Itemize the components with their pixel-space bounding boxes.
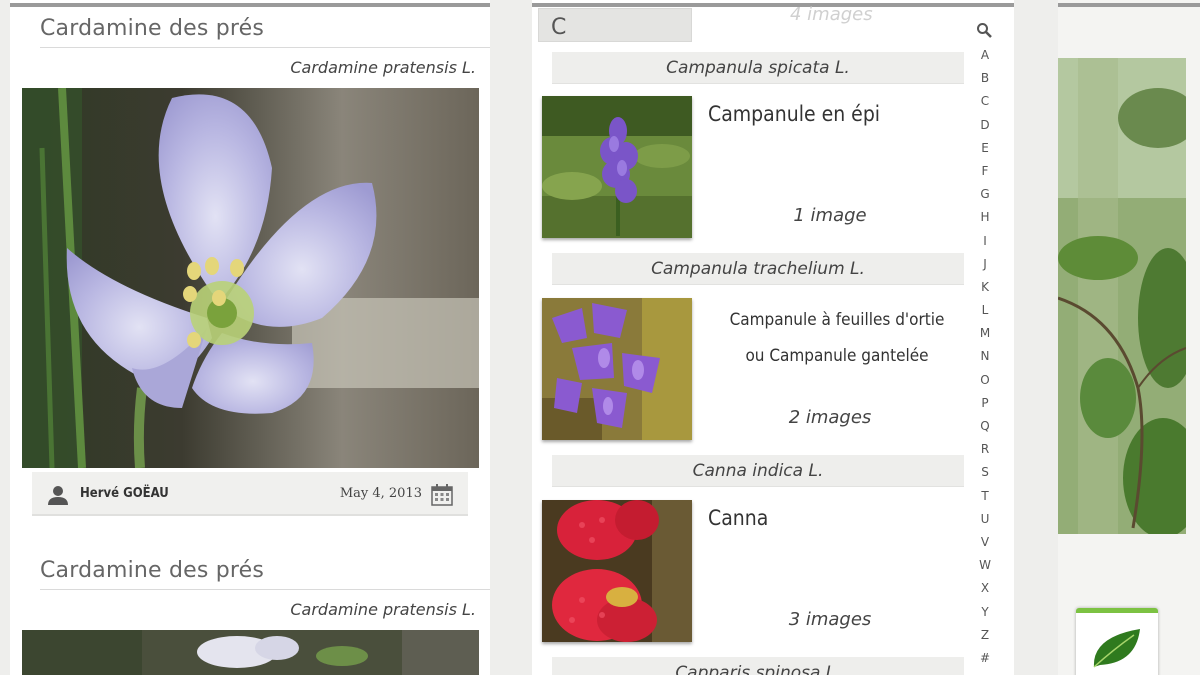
search-input[interactable]: C [538, 8, 692, 42]
species-scientific-header: Campanula spicata L. [552, 52, 964, 84]
alphabet-letter[interactable]: G [972, 183, 998, 206]
alphabet-letter[interactable]: L [972, 299, 998, 322]
species-common-name: Campanule en épi [708, 102, 881, 126]
user-icon [48, 486, 68, 505]
alphabet-letter[interactable]: Q [972, 415, 998, 438]
species-image-count: 2 images [788, 407, 872, 428]
species-scientific-header: Canna indica L. [552, 455, 964, 487]
top-bar [532, 3, 1014, 7]
flower-photo-cardamine-2 [22, 630, 479, 675]
alphabet-letter[interactable]: V [972, 531, 998, 554]
alphabet-letter[interactable]: Y [972, 601, 998, 624]
alphabet-letter[interactable]: Z [972, 624, 998, 647]
calendar-icon[interactable] [430, 483, 454, 507]
search-input-value: C [551, 15, 567, 40]
title-divider [40, 47, 490, 48]
title-divider [40, 589, 490, 590]
alphabet-letter[interactable]: J [972, 253, 998, 276]
observation-scientific-name: Cardamine pratensis L. [290, 58, 476, 77]
campanula-trachelium-photo [542, 298, 692, 440]
top-bar [10, 3, 490, 7]
campanula-spicata-photo [542, 96, 692, 238]
alphabet-letter[interactable]: F [972, 160, 998, 183]
alphabet-letter[interactable]: D [972, 114, 998, 137]
alphabet-letter[interactable]: X [972, 577, 998, 600]
canna-indica-photo [542, 500, 692, 642]
alphabet-letter[interactable]: E [972, 137, 998, 160]
species-common-name: Canna [708, 506, 769, 530]
alphabet-letter[interactable]: O [972, 369, 998, 392]
observation-date: May 4, 2013 [339, 486, 422, 501]
observation-author: Hervé GOËAU [80, 486, 169, 501]
species-common-name-line-2: ou Campanule gantelée [745, 346, 929, 366]
alphabet-letter[interactable]: T [972, 485, 998, 508]
flower-photo-cardamine [22, 88, 479, 468]
species-scientific-header: Capparis spinosa L. [552, 657, 964, 675]
species-thumbnail[interactable] [542, 298, 692, 440]
alphabet-letter[interactable]: H [972, 206, 998, 229]
species-thumbnail[interactable] [542, 96, 692, 238]
observation-feed-panel: Cardamine des prés Cardamine pratensis L… [10, 0, 490, 675]
top-bar [1058, 3, 1200, 7]
species-image-count: 1 image [793, 205, 867, 226]
alphabet-letter[interactable]: U [972, 508, 998, 531]
species-list-panel: C 4 images Campanula spicata L. Campanul… [532, 0, 1014, 675]
observation-photo[interactable] [22, 630, 479, 675]
observation-info-bar: Hervé GOËAU May 4, 2013 [32, 472, 468, 516]
alphabet-letter[interactable]: I [972, 230, 998, 253]
alphabet-letter[interactable]: R [972, 438, 998, 461]
alphabet-letter[interactable]: S [972, 461, 998, 484]
species-image-count: 3 images [788, 609, 872, 630]
plant-photo[interactable] [1058, 58, 1186, 534]
app-launcher-button[interactable] [1076, 608, 1158, 675]
alphabet-index[interactable]: A B C D E F G H I J K L M N O P Q R S T U V W X Y Z # [972, 44, 998, 670]
alphabet-letter[interactable]: M [972, 322, 998, 345]
species-scientific-header: Campanula trachelium L. [552, 253, 964, 285]
alphabet-letter[interactable]: B [972, 67, 998, 90]
observation-common-name: Cardamine des prés [40, 558, 265, 583]
species-thumbnail[interactable] [542, 500, 692, 642]
leaf-icon [1093, 629, 1140, 668]
alphabet-letter[interactable]: # [972, 647, 998, 670]
observation-scientific-name: Cardamine pratensis L. [290, 600, 476, 619]
observation-common-name: Cardamine des prés [40, 16, 265, 41]
plant-leaves-photo [1058, 58, 1186, 534]
alphabet-letter[interactable]: P [972, 392, 998, 415]
alphabet-letter[interactable]: N [972, 345, 998, 368]
alphabet-letter[interactable]: W [972, 554, 998, 577]
observation-photo[interactable] [22, 88, 479, 468]
alphabet-letter[interactable]: A [972, 44, 998, 67]
alphabet-letter[interactable]: C [972, 90, 998, 113]
detail-panel [1058, 0, 1200, 675]
alphabet-letter[interactable]: K [972, 276, 998, 299]
search-icon[interactable] [976, 22, 992, 38]
species-common-name-line-1: Campanule à feuilles d'ortie [729, 310, 945, 330]
search-count-hint: 4 images [790, 4, 873, 25]
